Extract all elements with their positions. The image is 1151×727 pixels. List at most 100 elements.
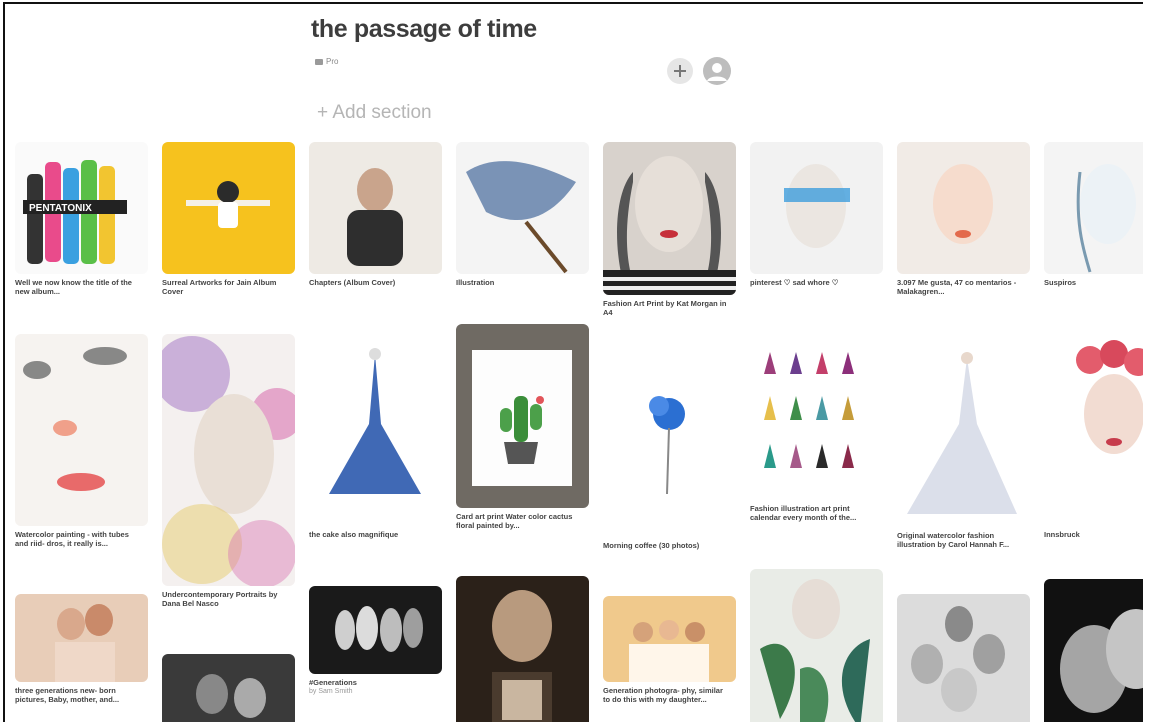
pin-card[interactable]: Suspiros [1044,142,1143,287]
pin-image [456,576,589,722]
frida-portrait-illustration [1076,340,1143,454]
pin-attribution: by Sam Smith [309,688,353,695]
plus-icon [674,65,686,77]
faces-illustration [347,168,403,266]
pin-card[interactable]: Original watercolor fashion illustration… [897,344,1030,549]
pin-image [1044,142,1143,274]
generations-profiles-photo [335,606,423,652]
band-silhouettes-illustration: PENTATONIX [23,160,127,264]
pin-caption: Original watercolor fashion illustration… [897,531,1010,549]
board-privacy: Pro [315,57,338,66]
pin-image [750,569,883,722]
user-avatar-icon [707,63,727,81]
pin-caption: Morning coffee (30 photos) [603,541,700,550]
pin-caption: Well we now know the title of the new al… [15,278,132,296]
pin-image [162,654,295,722]
pin-image [897,344,1030,527]
pin-image [897,142,1030,274]
pin-caption: Chapters (Album Cover) [309,278,396,287]
pin-card[interactable]: the cake also magnifique [309,334,442,539]
pin-caption: the cake also magnifique [309,530,399,539]
pin-card[interactable]: three generations new- born pictures, Ba… [15,594,148,704]
pin-card[interactable] [897,594,1030,722]
board-page: the passage of time Pro + Add section PE… [3,2,1143,722]
pin-image [162,334,295,586]
elderly-faces-photo [1060,609,1143,713]
portrait-photo [196,674,266,718]
portrait-illustration [1076,164,1136,273]
family-photo [629,620,709,682]
pin-image [750,142,883,274]
pin-image [15,594,148,682]
pin-card[interactable]: Watercolor painting - with tubes and rii… [15,334,148,548]
portrait-illustration [186,181,270,228]
add-collaborator-button[interactable] [667,58,693,84]
pin-image [309,334,442,526]
pin-card[interactable]: Card art print Water color cactus floral… [456,324,589,530]
pin-image [1044,334,1143,526]
pin-image [1044,579,1143,722]
pin-image [15,334,148,526]
pin-image [750,334,883,500]
profile-avatar-button[interactable] [703,57,731,85]
pin-card[interactable]: pinterest ♡ sad whore ♡ [750,142,883,287]
pin-caption: Suspiros [1044,278,1077,287]
board-title: the passage of time [311,15,537,43]
pin-card[interactable]: Illustration [456,142,589,287]
cactus-print-illustration [472,350,572,486]
pin-caption: pinterest ♡ sad whore ♡ [750,278,839,287]
svg-text:PENTATONIX: PENTATONIX [29,203,92,214]
pin-card[interactable] [750,569,883,722]
pin-caption: Innsbruck [1044,530,1080,539]
board-privacy-label: Pro [326,57,339,66]
pin-image [603,596,736,682]
pin-caption: Card art print Water color cactus floral… [456,512,573,530]
portrait-illustration [784,164,850,248]
watercolor-leaves-illustration [760,579,870,722]
lock-icon [315,58,323,65]
pin-card[interactable]: Fashion illustration art print calendar … [750,334,883,522]
add-section-button[interactable]: + Add section [317,102,432,124]
pin-caption: three generations new- born pictures, Ba… [15,686,120,704]
pin-card[interactable]: Morning coffee (30 photos) [603,354,736,550]
pin-image: PENTATONIX [15,142,148,274]
pin-card[interactable] [456,576,589,722]
pin-card[interactable]: #Generations by Sam Smith [309,586,442,695]
pin-image [456,142,589,274]
pin-card[interactable]: 3.097 Me gusta, 47 co mentarios - Malaka… [897,142,1030,296]
pin-image [897,594,1030,722]
watercolor-illustration [466,161,576,274]
pin-image [309,586,442,674]
portrait-illustration [933,164,993,244]
pin-image [162,142,295,274]
elderly-man-photo [492,590,552,722]
pin-caption: Fashion Art Print by Kat Morgan in A4 [603,299,727,317]
pin-caption: Undercontemporary Portraits by Dana Bel … [162,590,278,608]
pin-card[interactable] [162,654,295,722]
fashion-illustrations-grid [764,352,854,468]
pin-card[interactable]: Fashion Art Print by Kat Morgan in A4 [603,142,736,317]
gown-illustration [907,352,1017,514]
pin-card[interactable]: Chapters (Album Cover) [309,142,442,287]
pin-card[interactable]: Undercontemporary Portraits by Dana Bel … [162,334,295,608]
pin-image [309,142,442,274]
portrait-illustration [603,156,736,295]
portrait-illustration [23,347,127,491]
watercolor-portrait-illustration [162,336,295,586]
pin-image [456,324,589,508]
pin-card[interactable] [1044,579,1143,722]
pin-caption: Generation photogra- phy, similar to do … [603,686,723,704]
pin-caption: Watercolor painting - with tubes and rii… [15,530,129,548]
pin-image [603,354,736,537]
pin-caption: 3.097 Me gusta, 47 co mentarios - Malaka… [897,278,1017,296]
family-generations-photo [911,606,1005,712]
pin-caption: Fashion illustration art print calendar … [750,504,857,522]
pin-caption: Illustration [456,278,495,287]
pin-card[interactable]: Surreal Artworks for Jain Album Cover [162,142,295,296]
pin-card[interactable]: PENTATONIX Well we now know the title of… [15,142,148,296]
pin-card[interactable]: Generation photogra- phy, similar to do … [603,596,736,704]
generations-photo [55,604,115,682]
blue-flower-illustration [649,396,685,495]
pin-caption: Surreal Artworks for Jain Album Cover [162,278,277,296]
pin-card[interactable]: Innsbruck [1044,334,1143,539]
